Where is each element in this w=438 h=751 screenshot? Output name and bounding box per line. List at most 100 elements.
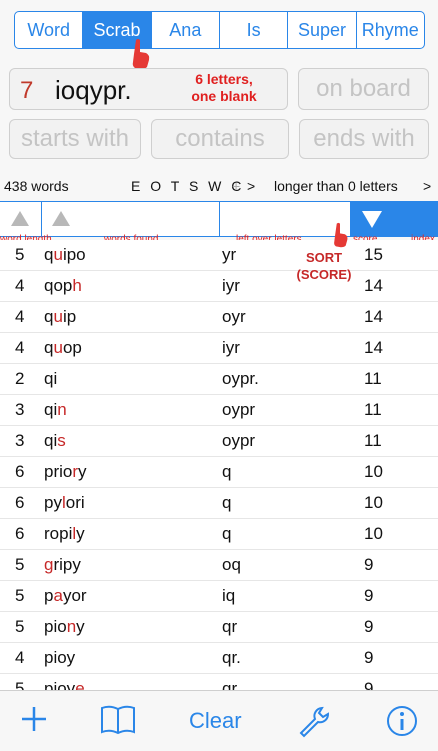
sort-word-length[interactable] xyxy=(0,202,42,236)
word-found: qin xyxy=(44,400,67,419)
word-score: 14 xyxy=(364,338,383,357)
table-row[interactable]: 3 qis oypr 11 xyxy=(0,426,438,457)
mode-is[interactable]: Is xyxy=(218,12,287,48)
bottom-toolbar: Clear xyxy=(0,690,438,751)
word-score: 9 xyxy=(364,648,374,667)
sort-up-icon xyxy=(11,211,29,226)
mode-rhyme[interactable]: Rhyme xyxy=(355,12,424,48)
word-score: 9 xyxy=(364,555,374,574)
sort-up-icon xyxy=(52,211,70,226)
table-row[interactable]: 5 quipo yr 15 xyxy=(0,240,438,271)
word-score: 10 xyxy=(364,462,383,481)
length-filter[interactable]: longer than 0 letters xyxy=(274,178,398,194)
left-over-letters: q xyxy=(222,462,232,481)
word-score: 10 xyxy=(364,524,383,543)
left-over-letters: iyr xyxy=(222,338,240,357)
ends-with-input[interactable]: ends with xyxy=(299,119,429,159)
word-found: piony xyxy=(44,617,85,636)
left-over-letters: qr. xyxy=(222,648,241,667)
word-found: qoph xyxy=(44,276,82,295)
word-score: 14 xyxy=(364,307,383,326)
left-over-letters: iyr xyxy=(222,276,240,295)
left-over-letters: oq xyxy=(222,555,241,574)
info-icon[interactable] xyxy=(386,705,418,737)
word-found: payor xyxy=(44,586,87,605)
word-length: 6 xyxy=(15,462,25,481)
word-found: quip xyxy=(44,307,77,326)
table-row[interactable]: 2 qi oypr. 11 xyxy=(0,364,438,395)
table-row[interactable]: 6 ropily q 10 xyxy=(0,519,438,550)
word-score: 14 xyxy=(364,276,383,295)
word-score: 15 xyxy=(364,245,383,264)
word-length: 2 xyxy=(15,369,25,388)
table-row[interactable]: 4 quop iyr 14 xyxy=(0,333,438,364)
tap-hand-icon xyxy=(132,39,150,69)
word-length: 6 xyxy=(15,524,25,543)
word-found: gripy xyxy=(44,555,81,574)
table-row[interactable]: 4 pioy qr. 9 xyxy=(0,643,438,674)
word-length: 4 xyxy=(15,307,25,326)
table-row[interactable]: 6 pylori q 10 xyxy=(0,488,438,519)
mode-word[interactable]: Word xyxy=(15,12,82,48)
starts-with-input[interactable]: starts with xyxy=(9,119,141,159)
left-over-letters: iq xyxy=(222,586,236,605)
contains-input[interactable]: contains xyxy=(151,119,289,159)
mode-super[interactable]: Super xyxy=(287,12,355,48)
table-row[interactable]: 4 quip oyr 14 xyxy=(0,302,438,333)
table-row[interactable]: 4 qoph iyr 14 xyxy=(0,271,438,302)
sort-down-icon xyxy=(362,211,382,228)
word-length: 4 xyxy=(15,648,25,667)
table-row[interactable]: 5 gripy oq 9 xyxy=(0,550,438,581)
letter-filter[interactable]: E O T S W C xyxy=(131,178,244,194)
letters-value: ioqypr. xyxy=(55,75,132,105)
left-over-letters: qr xyxy=(222,617,238,636)
add-icon[interactable] xyxy=(20,705,48,733)
word-length: 3 xyxy=(15,431,25,450)
word-length: 3 xyxy=(15,400,25,419)
mode-ana[interactable]: Ana xyxy=(150,12,219,48)
chevron-right-icon[interactable]: > xyxy=(423,178,431,194)
left-over-letters: oyr xyxy=(222,307,246,326)
word-found: pioy xyxy=(44,648,76,667)
word-score: 10 xyxy=(364,493,383,512)
add-filter-icon[interactable]: + xyxy=(232,178,240,194)
word-count: 438 words xyxy=(4,178,69,194)
table-row[interactable]: 6 priory q 10 xyxy=(0,457,438,488)
on-board-input[interactable]: on board xyxy=(298,68,429,110)
word-score: 9 xyxy=(364,617,374,636)
letter-count: 7 xyxy=(20,77,34,104)
word-found: quipo xyxy=(44,245,86,264)
results-info-bar: 438 words E O T S W C + > longer than 0 … xyxy=(0,176,438,198)
sort-annotation: SORT (SCORE) xyxy=(296,250,352,282)
word-length: 4 xyxy=(15,338,25,357)
left-over-letters: q xyxy=(222,524,232,543)
results-list: 5 quipo yr 15 4 qoph iyr 14 4 quip oyr 14 4 quop iyr 14… xyxy=(0,240,438,705)
word-found: ropily xyxy=(44,524,85,543)
clear-button[interactable]: Clear xyxy=(189,708,242,734)
chevron-right-icon[interactable]: > xyxy=(247,178,255,194)
letters-input[interactable]: 7 ioqypr. 6 letters, one blank xyxy=(9,68,288,110)
query-annotation: 6 letters, one blank xyxy=(191,71,257,104)
left-over-letters: q xyxy=(222,493,232,512)
book-icon[interactable] xyxy=(100,705,136,735)
table-row[interactable]: 3 qin oypr 11 xyxy=(0,395,438,426)
word-found: priory xyxy=(44,462,87,481)
word-length: 6 xyxy=(15,493,25,512)
word-score: 11 xyxy=(364,400,382,419)
word-length: 5 xyxy=(15,245,25,264)
mode-selector: Word Scrab Ana Is Super Rhyme xyxy=(14,11,425,49)
word-length: 5 xyxy=(15,617,25,636)
left-over-letters: yr xyxy=(222,245,237,264)
word-found: pylori xyxy=(44,493,85,512)
word-length: 5 xyxy=(15,555,25,574)
wrench-icon[interactable] xyxy=(297,705,331,739)
table-row[interactable]: 5 payor iq 9 xyxy=(0,581,438,612)
sort-words-found[interactable] xyxy=(41,202,220,236)
word-score: 11 xyxy=(364,431,382,450)
word-score: 11 xyxy=(364,369,382,388)
table-row[interactable]: 5 piony qr 9 xyxy=(0,612,438,643)
word-length: 5 xyxy=(15,586,25,605)
left-over-letters: oypr. xyxy=(222,369,259,388)
word-found: qis xyxy=(44,431,66,450)
column-header xyxy=(0,201,438,237)
